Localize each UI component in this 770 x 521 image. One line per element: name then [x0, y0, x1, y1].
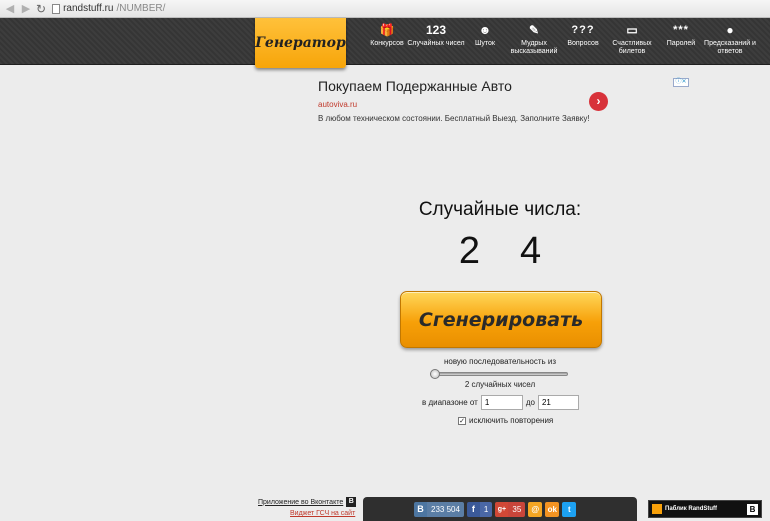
exclude-label: исключить повторения	[469, 416, 554, 425]
range-to-input[interactable]	[537, 395, 579, 410]
generate-button[interactable]: Сгенерировать	[400, 291, 602, 348]
public-label: Паблик RandStuff	[665, 506, 718, 512]
odnoklassniki-icon[interactable]: ok	[545, 501, 560, 517]
vk-share-button[interactable]: В 233 504	[414, 501, 464, 517]
widget-link[interactable]: Виджет ГСЧ на сайт	[290, 510, 355, 517]
vk-app-label: Приложение во Вконтакте	[258, 498, 344, 506]
nav-predictions[interactable]: ● Предсказаний и ответов	[700, 22, 760, 56]
public-page-button[interactable]: Паблик RandStuff В	[648, 500, 762, 518]
ad-title[interactable]: Покупаем Подержанные Авто	[318, 78, 691, 94]
mailru-icon[interactable]: @	[528, 501, 543, 517]
ball-icon: ●	[726, 23, 734, 37]
ad-domain[interactable]: autoviva.ru	[318, 100, 357, 109]
range-row: в диапазоне от до	[422, 395, 582, 410]
ad-block[interactable]: Покупаем Подержанные Авто autoviva.ru В …	[318, 78, 691, 128]
url-path: /NUMBER/	[116, 3, 166, 14]
page-icon	[52, 3, 61, 14]
ad-info-icon[interactable]: ⓘ✕	[673, 78, 689, 87]
reload-icon[interactable]: ↻	[36, 2, 46, 16]
slider-track[interactable]	[430, 372, 568, 376]
result-number: 4	[520, 230, 542, 272]
count-label: 2 случайных чисел	[464, 380, 536, 389]
facebook-share-count: 1	[479, 501, 493, 517]
sequence-label: новую последовательность из	[443, 357, 557, 366]
vk-icon: В	[346, 497, 357, 507]
facebook-share-button[interactable]: f 1	[466, 501, 493, 517]
googleplus-share-button[interactable]: g+ 35	[495, 501, 526, 517]
result-numbers: 2 4	[430, 230, 570, 273]
forward-icon[interactable]: ▶	[20, 3, 32, 15]
result-number: 2	[458, 230, 480, 272]
page-title: Случайные числа:	[418, 199, 582, 220]
twitter-icon[interactable]: t	[562, 501, 577, 517]
browser-toolbar: ◀ ▶ ↻ randstuff.ru/NUMBER/	[0, 0, 770, 18]
url-host: randstuff.ru	[63, 3, 114, 14]
facebook-icon: f	[466, 501, 480, 517]
address-bar[interactable]: randstuff.ru/NUMBER/	[52, 3, 165, 14]
site-header: Генератор 🎁 Конкурсов 123 Случайных чисе…	[0, 18, 770, 68]
social-share-bar: В 233 504 f 1 g+ 35 @ ok t	[363, 497, 637, 521]
nav-label: Предсказаний и ответов	[704, 40, 756, 55]
range-from-label: в диапазоне от	[422, 398, 478, 407]
back-icon[interactable]: ◀	[4, 3, 16, 15]
count-slider[interactable]	[430, 369, 568, 379]
ad-text: В любом техническом состоянии. Бесплатны…	[318, 114, 590, 123]
vk-icon: В	[414, 501, 427, 517]
vk-app-link[interactable]: Приложение во Вконтакте В	[258, 497, 357, 507]
exclude-checkbox[interactable]: ✓	[458, 416, 466, 425]
vk-share-count: 233 504	[427, 501, 464, 517]
googleplus-icon: g+	[495, 501, 509, 517]
range-to-label: до	[525, 398, 535, 407]
vk-icon: В	[747, 503, 758, 515]
exclude-repeats[interactable]: ✓ исключить повторения	[458, 416, 553, 425]
googleplus-share-count: 35	[508, 501, 526, 517]
slider-thumb[interactable]	[430, 369, 440, 379]
logo[interactable]: Генератор	[255, 18, 346, 68]
chevron-right-icon[interactable]: ›	[589, 92, 608, 111]
randstuff-logo-icon	[652, 504, 662, 514]
range-from-input[interactable]	[480, 395, 523, 410]
